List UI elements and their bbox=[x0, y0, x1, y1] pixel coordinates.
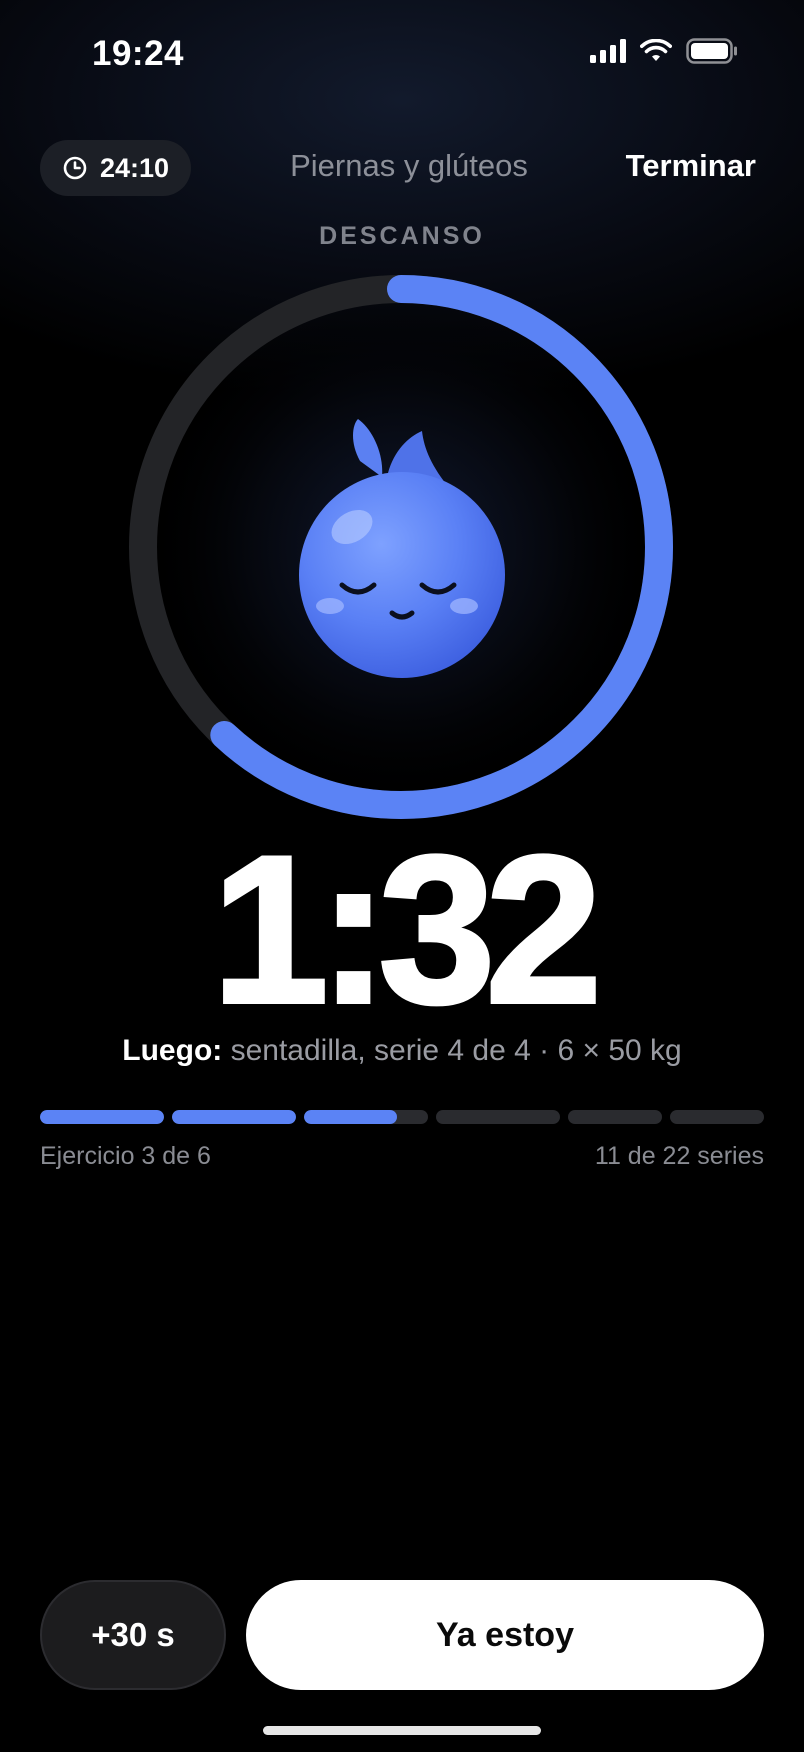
next-exercise-detail: sentadilla, serie 4 de 4 · 6 × 50 kg bbox=[222, 1034, 682, 1067]
ready-button[interactable]: Ya estoy bbox=[246, 1580, 764, 1690]
next-exercise-info: Luego: sentadilla, serie 4 de 4 · 6 × 50… bbox=[0, 1034, 804, 1068]
workout-progress-bar bbox=[40, 1110, 764, 1124]
elapsed-time-pill: 24:10 bbox=[40, 140, 191, 196]
rest-timer-screen: 19:24 24:10 Piernas y glúteos Terminar D… bbox=[0, 0, 804, 1752]
next-label: Luego: bbox=[122, 1034, 223, 1067]
workout-title: Piernas y glúteos bbox=[290, 148, 528, 183]
add-30s-button[interactable]: +30 s bbox=[40, 1580, 226, 1690]
progress-segment bbox=[670, 1110, 764, 1124]
elapsed-time: 24:10 bbox=[99, 152, 170, 183]
progress-segment bbox=[172, 1110, 297, 1124]
phase-label: DESCANSO bbox=[319, 222, 485, 250]
finish-button[interactable]: Terminar bbox=[626, 148, 756, 184]
status-bar-time: 19:24 bbox=[92, 34, 185, 73]
progress-segment bbox=[40, 1110, 165, 1124]
sleeping-mascot-icon bbox=[299, 419, 505, 678]
status-bar-icons bbox=[590, 38, 738, 64]
home-indicator bbox=[263, 1726, 541, 1735]
progress-segment bbox=[568, 1110, 663, 1124]
progress-segment-fill bbox=[40, 1110, 165, 1124]
progress-segment-fill bbox=[304, 1110, 398, 1124]
rest-countdown: 1:32 bbox=[210, 812, 604, 1047]
progress-segment bbox=[436, 1110, 561, 1124]
exercise-progress-label: Ejercicio 3 de 6 bbox=[40, 1142, 211, 1170]
progress-segment-fill bbox=[172, 1110, 297, 1124]
battery-icon bbox=[686, 38, 737, 64]
signal-icon bbox=[590, 39, 626, 63]
series-progress-label: 11 de 22 series bbox=[594, 1142, 764, 1170]
clock-icon bbox=[63, 156, 87, 180]
progress-segment bbox=[304, 1110, 429, 1124]
wifi-icon bbox=[640, 39, 672, 61]
